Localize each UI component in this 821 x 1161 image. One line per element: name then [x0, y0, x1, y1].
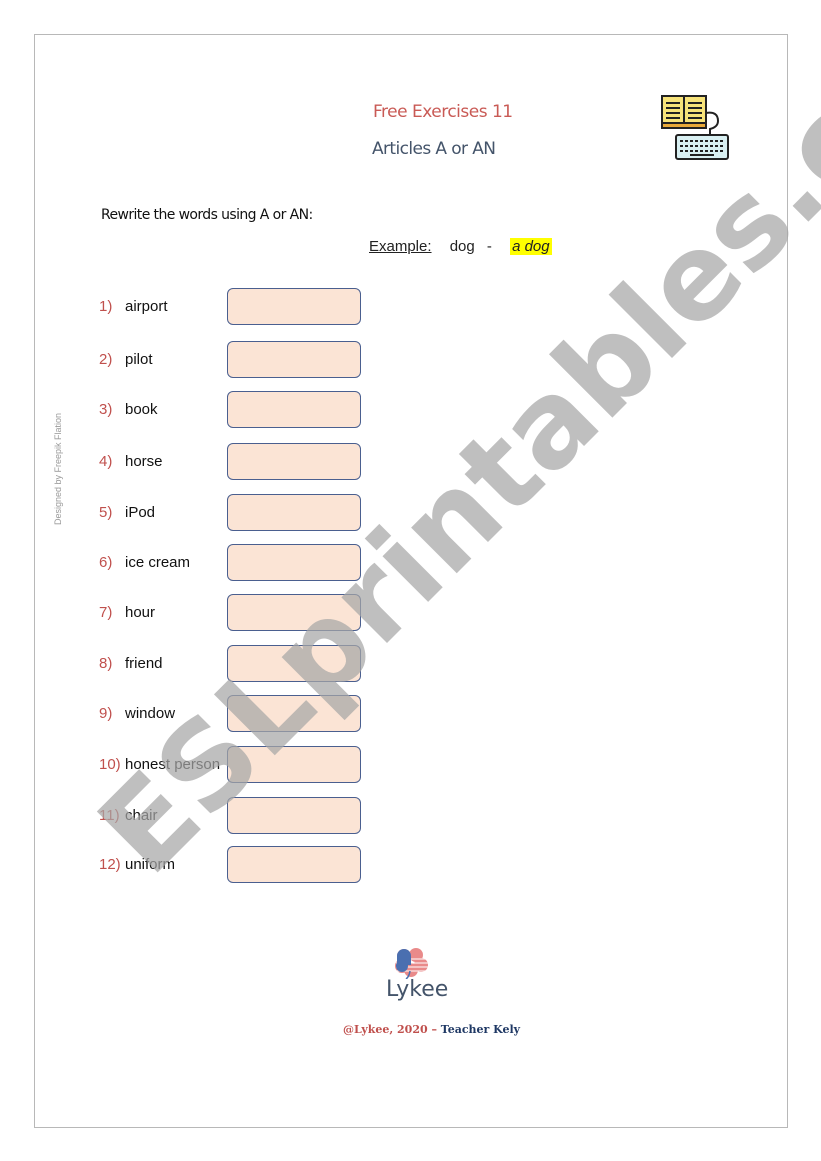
item-number: 3): [99, 401, 113, 418]
teacher-name: Teacher Kely: [440, 1023, 521, 1036]
item-number: 2): [99, 351, 113, 368]
worksheet-title: Free Exercises 11: [373, 102, 513, 122]
exercise-item: 2) pilot: [99, 341, 369, 379]
brand-name: Lykee: [386, 977, 449, 1002]
answer-input[interactable]: [227, 797, 361, 834]
exercise-item: 5) iPod: [99, 494, 369, 532]
exercise-item: 10) honest person: [99, 746, 369, 784]
item-number: 7): [99, 604, 113, 621]
answer-input[interactable]: [227, 288, 361, 325]
side-credit: Designed by Freepik Flation: [53, 412, 63, 525]
item-number: 8): [99, 655, 113, 672]
exercise-item: 11) chair: [99, 797, 369, 835]
item-number: 1): [99, 298, 113, 315]
item-number: 5): [99, 504, 113, 521]
exercise-item: 1) airport: [99, 288, 369, 326]
answer-input[interactable]: [227, 594, 361, 631]
answer-input[interactable]: [227, 746, 361, 783]
exercise-item: 8) friend: [99, 645, 369, 683]
answer-input[interactable]: [227, 443, 361, 480]
item-number: 10): [99, 756, 121, 773]
item-word: window: [125, 705, 176, 722]
answer-input[interactable]: [227, 494, 361, 531]
item-word: honest person: [125, 756, 221, 773]
exercise-item: 12) uniform: [99, 846, 369, 884]
item-number: 11): [99, 807, 120, 824]
answer-input[interactable]: [227, 341, 361, 378]
copyright-text: @Lykee, 2020 –: [343, 1023, 441, 1036]
example-dash: -: [486, 238, 492, 255]
item-word: iPod: [125, 504, 156, 521]
example-line: Example: dog - a dog: [369, 238, 552, 255]
item-word: friend: [125, 655, 163, 672]
item-word: horse: [125, 453, 163, 470]
instruction-text: Rewrite the words using A or AN:: [101, 207, 313, 223]
item-word: ice cream: [125, 554, 191, 571]
answer-input[interactable]: [227, 645, 361, 682]
item-word: pilot: [125, 351, 153, 368]
exercise-item: 9) window: [99, 695, 369, 733]
example-answer: a dog: [510, 238, 552, 255]
answer-input[interactable]: [227, 391, 361, 428]
copyright-line: @Lykee, 2020 – Teacher Kely: [343, 1023, 520, 1036]
example-word: dog: [449, 238, 475, 255]
worksheet-subtitle: Articles A or AN: [372, 139, 496, 159]
item-number: 4): [99, 453, 113, 470]
lykee-flower-icon: [395, 948, 428, 979]
item-word: airport: [125, 298, 168, 315]
item-number: 6): [99, 554, 113, 571]
exercise-item: 3) book: [99, 391, 369, 429]
answer-input[interactable]: [227, 544, 361, 581]
answer-input[interactable]: [227, 846, 361, 883]
example-label: Example:: [369, 238, 432, 255]
item-word: book: [125, 401, 158, 418]
item-number: 12): [99, 856, 121, 873]
answer-input[interactable]: [227, 695, 361, 732]
book-keyboard-icon: [661, 95, 729, 160]
item-word: chair: [125, 807, 158, 824]
item-word: hour: [125, 604, 156, 621]
exercise-item: 6) ice cream: [99, 544, 369, 582]
item-number: 9): [99, 705, 113, 722]
item-word: uniform: [125, 856, 176, 873]
exercise-item: 4) horse: [99, 443, 369, 481]
exercise-item: 7) hour: [99, 594, 369, 632]
